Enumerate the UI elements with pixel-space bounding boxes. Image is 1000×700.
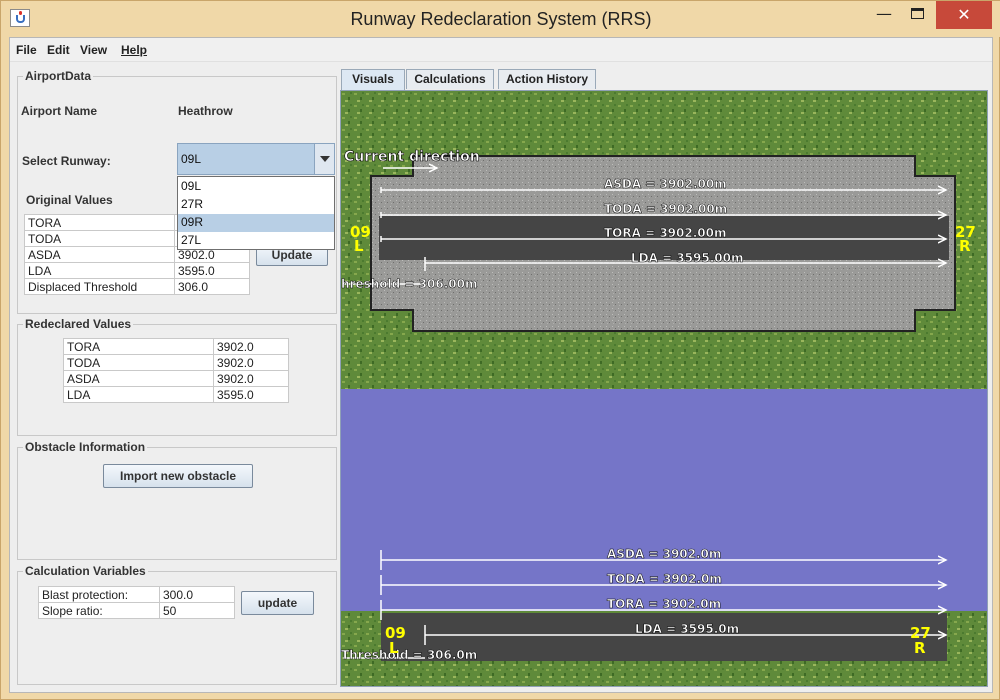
slope-ratio-label: Slope ratio: — [38, 602, 160, 619]
tora-label: TORA = 3902.00m — [604, 226, 726, 240]
runway-select[interactable]: 09L — [177, 143, 335, 175]
tab-action-history[interactable]: Action History — [498, 69, 596, 89]
runway-visualisation-svg: Current direction ASDA = 3902.00m TODA =… — [341, 91, 987, 686]
calc-update-button[interactable]: update — [241, 591, 314, 615]
import-obstacle-button[interactable]: Import new obstacle — [103, 464, 253, 488]
redeclared-values-title: Redeclared Values — [23, 317, 134, 331]
runway-option-27r[interactable]: 27R — [178, 196, 334, 214]
lda-label: LDA — [24, 262, 175, 279]
title-bar: Runway Redeclaration System (RRS) — ✕ — [1, 1, 1000, 37]
blast-protection-input[interactable]: 300.0 — [159, 586, 235, 603]
window-title: Runway Redeclaration System (RRS) — [350, 9, 652, 29]
left-designator-letter: L — [354, 237, 364, 255]
table-row: TODA 3902.0 — [63, 354, 289, 371]
runway-option-27l[interactable]: 27L — [178, 232, 334, 250]
side-asda-label: ASDA = 3902.0m — [607, 547, 721, 561]
table-row: Displaced Threshold 306.0 — [24, 278, 250, 295]
lda-label: LDA — [63, 386, 214, 403]
tab-calculations[interactable]: Calculations — [406, 69, 494, 89]
toda-value: 3902.0 — [213, 354, 289, 371]
asda-value: 3902.0 — [213, 370, 289, 387]
toda-label: TODA — [24, 230, 175, 247]
maximize-button[interactable] — [902, 1, 934, 29]
runway-dropdown-list: 09L 27R 09R 27L — [177, 176, 335, 250]
runway-select-value: 09L — [181, 152, 202, 166]
redeclared-values-table: TORA 3902.0 TODA 3902.0 ASDA 3902.0 LDA 3595… — [63, 338, 289, 403]
runway-option-09r[interactable]: 09R — [178, 214, 334, 232]
table-row: LDA 3595.0 — [24, 262, 250, 279]
toda-label: TODA = 3902.00m — [604, 202, 727, 216]
slope-ratio-input[interactable]: 50 — [159, 602, 235, 619]
original-values-title: Original Values — [24, 193, 115, 207]
side-right-designator-letter: R — [914, 639, 926, 657]
select-runway-label: Select Runway: — [22, 154, 111, 168]
asda-label: ASDA — [24, 246, 175, 263]
displaced-threshold-value: 306.0 — [174, 278, 250, 295]
table-row: ASDA 3902.0 — [63, 370, 289, 387]
right-designator-letter: R — [959, 237, 971, 255]
tora-label: TORA — [63, 338, 214, 355]
table-row: TORA 3902.0 — [63, 338, 289, 355]
table-row: Blast protection: 300.0 — [38, 586, 235, 603]
runway-visualisation: Current direction ASDA = 3902.00m TODA =… — [340, 90, 988, 687]
table-row: Slope ratio: 50 — [38, 602, 235, 619]
airport-name-value: Heathrow — [178, 104, 233, 118]
tora-label: TORA — [24, 214, 175, 231]
calc-vars-table: Blast protection: 300.0 Slope ratio: 50 — [38, 586, 235, 619]
asda-label: ASDA = 3902.00m — [604, 177, 727, 191]
chevron-down-icon[interactable] — [314, 144, 334, 174]
airport-name-label: Airport Name — [21, 104, 98, 118]
runway-option-09l[interactable]: 09L — [178, 178, 334, 196]
side-threshold-label: Threshold = 306.0m — [341, 648, 477, 662]
side-tora-label: TORA = 3902.0m — [607, 597, 721, 611]
table-row: LDA 3595.0 — [63, 386, 289, 403]
side-toda-label: TODA = 3902.0m — [607, 572, 722, 586]
menu-bar: File Edit View Help — [10, 38, 992, 62]
blast-protection-label: Blast protection: — [38, 586, 160, 603]
airport-data-title: AirportData — [23, 69, 94, 83]
menu-file[interactable]: File — [16, 43, 37, 57]
obstacle-info-title: Obstacle Information — [23, 440, 148, 454]
lda-value: 3595.0 — [174, 262, 250, 279]
side-lda-label: LDA = 3595.0m — [635, 622, 739, 636]
close-button[interactable]: ✕ — [936, 1, 992, 29]
lda-value: 3595.0 — [213, 386, 289, 403]
lda-label: LDA = 3595.00m — [631, 251, 743, 265]
menu-help[interactable]: Help — [121, 43, 147, 57]
tora-value: 3902.0 — [213, 338, 289, 355]
asda-label: ASDA — [63, 370, 214, 387]
client-area: File Edit View Help AirportData Airport … — [9, 37, 993, 693]
minimize-button[interactable]: — — [866, 1, 902, 29]
menu-edit[interactable]: Edit — [47, 43, 70, 57]
side-left-designator-letter: L — [389, 639, 399, 657]
app-window: Runway Redeclaration System (RRS) — ✕ Fi… — [0, 0, 1000, 700]
calc-vars-title: Calculation Variables — [23, 564, 148, 578]
toda-label: TODA — [63, 354, 214, 371]
maximize-icon — [911, 8, 924, 19]
menu-view[interactable]: View — [80, 43, 107, 57]
tab-visuals[interactable]: Visuals — [341, 69, 405, 90]
threshold-label: hreshold = 306.00m — [341, 277, 477, 291]
displaced-threshold-label: Displaced Threshold — [24, 278, 175, 295]
current-direction-label: Current direction — [344, 149, 480, 165]
